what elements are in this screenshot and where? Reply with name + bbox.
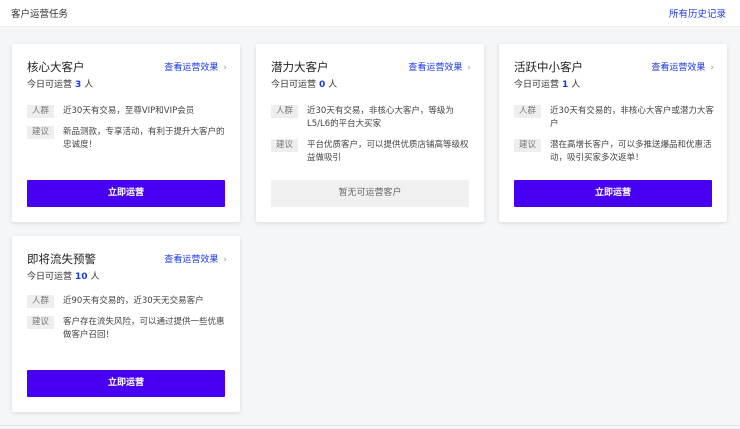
suggest-tag: 建议	[27, 316, 55, 329]
today-count: 今日可运营 0 人	[271, 77, 337, 90]
chevron-right-icon: ›	[223, 63, 227, 73]
crowd-text: 近30天有交易，非核心大客户，等级为L5/L6的平台大买家	[307, 106, 454, 129]
suggest-tag: 建议	[27, 126, 55, 139]
count-prefix: 今日可运营	[271, 80, 317, 90]
crowd-text: 近30天有交易的，非核心大客户或潜力大客户	[550, 106, 714, 129]
chevron-right-icon: ›	[467, 63, 471, 73]
task-card-core-customers: 核心大客户 查看运营效果 › 今日可运营 3 人 人群 近30天有交易，至尊VIP和VI…	[12, 44, 240, 222]
crowd-row: 人群 近30天有交易，至尊VIP和VIP会员	[27, 105, 227, 118]
count-unit: 人	[571, 80, 581, 90]
count-prefix: 今日可运营	[514, 80, 560, 90]
view-effect-label: 查看运营效果	[164, 63, 219, 73]
task-card-active-smb: 活跃中小客户 查看运营效果 › 今日可运营 1 人 人群 近30天有交易的，非核心大客户…	[499, 44, 727, 222]
suggest-text: 新品测款，专享活动，有利于提升大客户的忠诚度！	[63, 127, 225, 150]
suggest-tag: 建议	[271, 139, 299, 152]
crowd-text: 近90天有交易的，近30天无交易客户	[63, 296, 204, 306]
crowd-row: 人群 近90天有交易的，近30天无交易客户	[27, 295, 227, 308]
card-title: 核心大客户	[27, 60, 85, 74]
crowd-tag: 人群	[27, 295, 55, 308]
crowd-text: 近30天有交易，至尊VIP和VIP会员	[63, 106, 195, 116]
suggest-tag: 建议	[514, 139, 542, 152]
operate-now-button[interactable]: 立即运营	[27, 180, 225, 207]
today-count: 今日可运营 1 人	[514, 77, 580, 90]
suggest-text: 客户存在流失风险，可以通过提供一些优惠做客户召回！	[63, 317, 225, 340]
view-effect-link[interactable]: 查看运营效果 ›	[164, 252, 227, 265]
suggest-text: 平台优质客户，可以提供优质店铺高等级权益做吸引	[307, 140, 469, 163]
today-count: 今日可运营 3 人	[27, 77, 93, 90]
card-title: 活跃中小客户	[514, 60, 583, 74]
no-customers-button: 暂无可运营客户	[271, 180, 469, 207]
crowd-tag: 人群	[514, 105, 542, 118]
suggest-row: 建议 客户存在流失风险，可以通过提供一些优惠做客户召回！	[27, 316, 227, 342]
operate-now-button[interactable]: 立即运营	[27, 370, 225, 397]
crowd-tag: 人群	[27, 105, 55, 118]
count-number: 1	[562, 80, 569, 90]
view-effect-label: 查看运营效果	[651, 63, 706, 73]
count-number: 3	[75, 80, 82, 90]
task-card-potential-customers: 潜力大客户 查看运营效果 › 今日可运营 0 人 人群 近30天有交易，非核心大客户，等…	[256, 44, 484, 222]
count-unit: 人	[84, 80, 94, 90]
header-bar: 客户运营任务 所有历史记录	[0, 0, 740, 27]
chevron-right-icon: ›	[223, 255, 227, 265]
count-number: 0	[319, 80, 326, 90]
view-effect-link[interactable]: 查看运营效果 ›	[164, 60, 227, 73]
view-effect-label: 查看运营效果	[164, 255, 219, 265]
suggest-text: 潜在高增长客户，可以多推送爆品和优惠活动，吸引买家多次返单！	[550, 140, 712, 163]
operate-now-button[interactable]: 立即运营	[514, 180, 712, 207]
view-effect-link[interactable]: 查看运营效果 ›	[651, 60, 714, 73]
suggest-row: 建议 潜在高增长客户，可以多推送爆品和优惠活动，吸引买家多次返单！	[514, 139, 714, 165]
card-title: 潜力大客户	[271, 60, 329, 74]
page-title: 客户运营任务	[11, 9, 69, 20]
view-effect-label: 查看运营效果	[408, 63, 463, 73]
card-title: 即将流失预警	[27, 252, 96, 266]
count-unit: 人	[328, 80, 338, 90]
count-prefix: 今日可运营	[27, 80, 73, 90]
task-card-churn-warning: 即将流失预警 查看运营效果 › 今日可运营 10 人 人群 近90天有交易的，近30天无…	[12, 236, 240, 412]
history-link[interactable]: 所有历史记录	[669, 6, 726, 20]
today-count: 今日可运营 10 人	[27, 269, 100, 282]
bottom-divider	[0, 425, 740, 426]
view-effect-link[interactable]: 查看运营效果 ›	[408, 60, 471, 73]
chevron-right-icon: ›	[710, 63, 714, 73]
crowd-row: 人群 近30天有交易，非核心大客户，等级为L5/L6的平台大买家	[271, 105, 471, 131]
crowd-row: 人群 近30天有交易的，非核心大客户或潜力大客户	[514, 105, 714, 131]
suggest-row: 建议 平台优质客户，可以提供优质店铺高等级权益做吸引	[271, 139, 471, 165]
suggest-row: 建议 新品测款，专享活动，有利于提升大客户的忠诚度！	[27, 126, 227, 152]
crowd-tag: 人群	[271, 105, 299, 118]
count-number: 10	[75, 272, 88, 282]
count-prefix: 今日可运营	[27, 272, 73, 282]
count-unit: 人	[90, 272, 100, 282]
